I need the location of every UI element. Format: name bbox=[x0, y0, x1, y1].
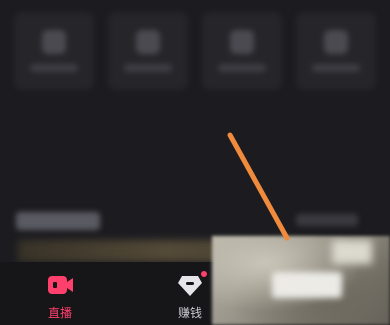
tile-label bbox=[124, 64, 172, 72]
diamond-icon bbox=[178, 276, 202, 296]
tile-label bbox=[312, 64, 360, 72]
tile-icon bbox=[230, 30, 254, 54]
tile-label bbox=[218, 64, 266, 72]
overlay-highlight bbox=[332, 240, 372, 264]
tile-icon bbox=[324, 30, 348, 54]
tab-earn-label: 赚钱 bbox=[177, 306, 202, 320]
grid-tile[interactable] bbox=[202, 12, 282, 90]
tab-live[interactable]: 直播 bbox=[30, 272, 90, 320]
blurred-row-action[interactable] bbox=[296, 214, 358, 226]
live-camera-icon bbox=[48, 276, 73, 294]
blurred-row-title bbox=[16, 212, 100, 230]
notification-badge bbox=[201, 271, 207, 277]
tab-earn[interactable]: 赚钱 bbox=[160, 271, 220, 320]
blurred-photo-overlay bbox=[212, 236, 390, 325]
tile-icon bbox=[136, 30, 160, 54]
tile-icon bbox=[42, 30, 66, 54]
grid-tile[interactable] bbox=[14, 12, 94, 90]
tile-label bbox=[30, 64, 78, 72]
app-screen: 直播 赚钱 bbox=[0, 0, 390, 325]
grid-tile[interactable] bbox=[296, 12, 376, 90]
blurred-feature-grid bbox=[14, 12, 376, 90]
grid-tile[interactable] bbox=[108, 12, 188, 90]
overlay-highlight bbox=[272, 272, 342, 298]
tab-live-label: 直播 bbox=[47, 306, 72, 320]
